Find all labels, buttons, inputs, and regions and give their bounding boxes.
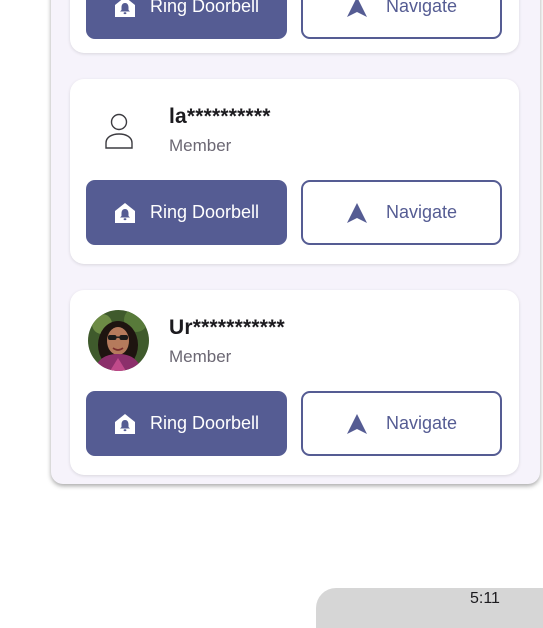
navigate-button[interactable]: Navigate (301, 391, 502, 456)
ring-doorbell-button[interactable]: Ring Doorbell (86, 180, 287, 245)
member-card: Ring Doorbell Navigate (70, 0, 519, 53)
ring-doorbell-button[interactable]: Ring Doorbell (86, 0, 287, 39)
navigate-label: Navigate (385, 413, 458, 433)
status-time: 5:11 (470, 590, 500, 607)
ring-doorbell-label: Ring Doorbell (149, 0, 260, 16)
navigate-label: Navigate (385, 0, 458, 16)
member-name: Ur*********** (169, 316, 285, 339)
member-role: Member (169, 136, 232, 155)
member-card: Ur*********** Member Ring Doorbell Navig… (70, 290, 519, 475)
person-outline-icon (104, 113, 134, 149)
member-card: la********** Member Ring Doorbell Naviga… (70, 79, 519, 264)
doorbell-icon (114, 0, 136, 18)
navigation-arrow-icon (346, 413, 368, 435)
doorbell-icon (114, 413, 136, 435)
navigate-button[interactable]: Navigate (301, 0, 502, 39)
navigation-arrow-icon (346, 0, 368, 18)
avatar (88, 310, 149, 371)
navigation-arrow-icon (346, 202, 368, 224)
ring-doorbell-label: Ring Doorbell (149, 202, 260, 222)
ring-doorbell-label: Ring Doorbell (149, 413, 260, 433)
navigate-button[interactable]: Navigate (301, 180, 502, 245)
status-bar (316, 588, 543, 628)
ring-doorbell-button[interactable]: Ring Doorbell (86, 391, 287, 456)
members-panel: Ring Doorbell Navigate la********** Memb… (51, 0, 540, 484)
member-name: la********** (169, 105, 271, 128)
navigate-label: Navigate (385, 202, 458, 222)
member-role: Member (169, 347, 232, 366)
doorbell-icon (114, 202, 136, 224)
